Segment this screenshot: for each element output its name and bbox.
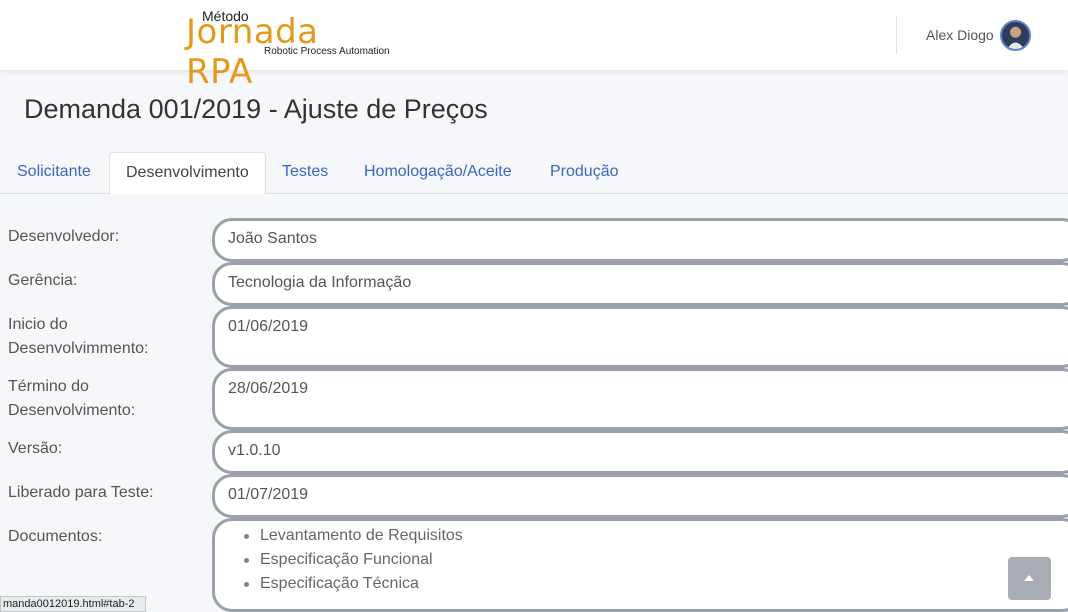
label-termino-line1: Término do xyxy=(8,378,89,395)
versao-field[interactable]: v1.0.10 xyxy=(212,430,1068,474)
label-desenvolvedor: Desenvolvedor: xyxy=(8,228,120,245)
tab-homologacao[interactable]: Homologação/Aceite xyxy=(348,152,528,194)
versao-value: v1.0.10 xyxy=(228,442,281,459)
label-termino: Término do Desenvolvimento: xyxy=(8,375,135,423)
tab-producao[interactable]: Produção xyxy=(534,152,635,194)
documents-list: Levantamento de Requisitos Especificação… xyxy=(228,524,1066,596)
document-item[interactable]: Levantamento de Requisitos xyxy=(244,524,1066,548)
label-versao: Versão: xyxy=(8,440,63,457)
top-navbar: Método Jornada RPA Robotic Process Autom… xyxy=(0,0,1068,92)
logo[interactable]: Método Jornada RPA Robotic Process Autom… xyxy=(186,6,396,92)
scroll-top-button[interactable] xyxy=(1008,557,1051,600)
inicio-field[interactable]: 01/06/2019 xyxy=(212,306,1068,368)
inicio-value: 01/06/2019 xyxy=(228,318,309,335)
document-item[interactable]: Especificação Técnica xyxy=(244,572,1066,596)
desenvolvedor-field[interactable]: João Santos xyxy=(212,218,1068,262)
label-gerencia: Gerência: xyxy=(8,272,78,289)
label-inicio-line2: Desenvolvimmento: xyxy=(8,340,149,357)
label-inicio-line1: Inicio do xyxy=(8,316,68,333)
status-url: manda0012019.html#tab-2 xyxy=(3,598,135,610)
liberado-field[interactable]: 01/07/2019 xyxy=(212,474,1068,518)
label-liberado: Liberado para Teste: xyxy=(8,484,154,501)
tab-bar: Solicitante Desenvolvimento Testes Homol… xyxy=(0,152,1068,195)
gerencia-field[interactable]: Tecnologia da Informação xyxy=(212,262,1068,306)
label-inicio: Inicio do Desenvolvimmento: xyxy=(8,313,149,361)
termino-value: 28/06/2019 xyxy=(228,380,309,397)
logo-sub-text: Robotic Process Automation xyxy=(264,46,390,57)
chevron-up-icon xyxy=(1024,575,1034,581)
user-name[interactable]: Alex Diogo xyxy=(926,27,994,43)
liberado-value: 01/07/2019 xyxy=(228,486,309,503)
document-item[interactable]: Especificação Funcional xyxy=(244,548,1066,572)
user-photo-icon xyxy=(1007,27,1024,49)
header-divider xyxy=(896,16,897,54)
page-title: Demanda 001/2019 - Ajuste de Preços xyxy=(24,94,488,124)
desenvolvedor-value: João Santos xyxy=(228,230,317,247)
tab-testes[interactable]: Testes xyxy=(266,152,344,194)
tab-solicitante[interactable]: Solicitante xyxy=(1,152,107,194)
documentos-field: Levantamento de Requisitos Especificação… xyxy=(212,518,1068,612)
gerencia-value: Tecnologia da Informação xyxy=(228,274,412,291)
label-termino-line2: Desenvolvimento: xyxy=(8,402,136,419)
tab-desenvolvimento[interactable]: Desenvolvimento xyxy=(109,152,266,195)
label-documentos: Documentos: xyxy=(8,528,103,545)
browser-status-bar: manda0012019.html#tab-2 xyxy=(0,596,146,612)
termino-field[interactable]: 28/06/2019 xyxy=(212,368,1068,430)
avatar[interactable] xyxy=(1000,20,1031,51)
